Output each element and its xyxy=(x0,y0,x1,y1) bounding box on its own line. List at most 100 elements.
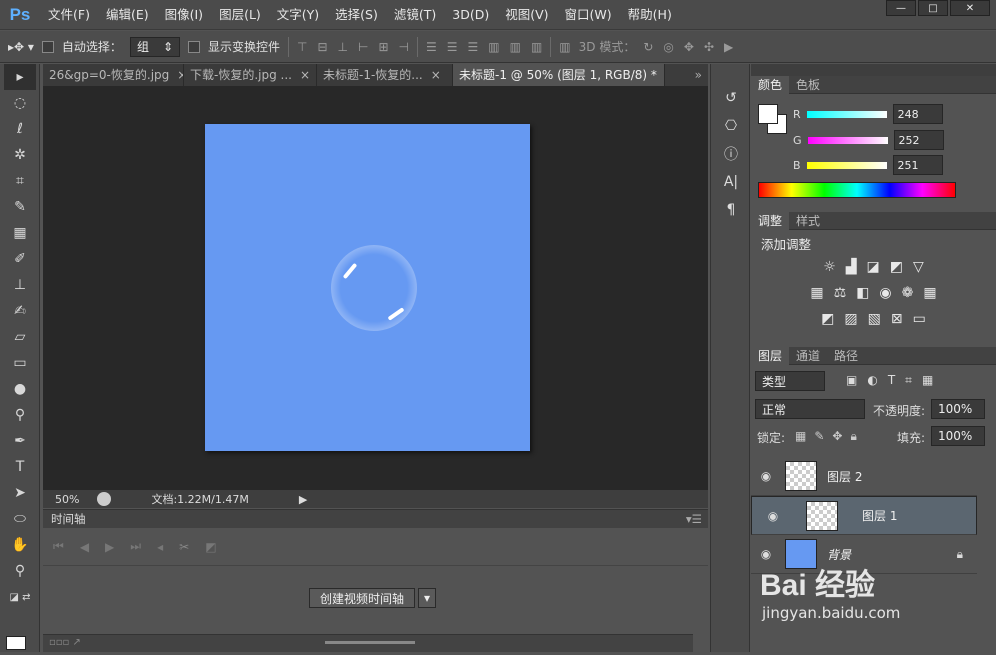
type-tool-icon[interactable]: T xyxy=(0,454,40,480)
distribute-right-icon[interactable]: ▥ xyxy=(531,40,542,54)
path-selection-icon[interactable]: ➤ xyxy=(0,480,40,506)
balance-icon[interactable]: ⚖ xyxy=(834,285,847,301)
g-value[interactable]: 252 xyxy=(894,130,944,150)
eye-icon[interactable]: ◉ xyxy=(758,509,788,523)
convert-frames-icon[interactable]: ▫▫▫ ↗ xyxy=(49,637,81,648)
zoom-slider[interactable] xyxy=(325,641,415,644)
align-bottom-icon[interactable]: ⊥ xyxy=(338,40,348,54)
minimize-button[interactable]: — xyxy=(886,0,916,16)
tab-close-icon[interactable]: × xyxy=(177,64,184,86)
next-frame-icon[interactable]: ⏭ xyxy=(130,539,141,554)
distribute-top-icon[interactable]: ☰ xyxy=(426,40,437,54)
rotate-3d-icon[interactable]: ↻ xyxy=(643,40,653,54)
eyedropper-icon[interactable]: ✎ xyxy=(0,194,40,220)
filter-shape-icon[interactable]: ⌗ xyxy=(905,373,912,388)
foreground-swatch[interactable] xyxy=(758,104,778,124)
scale-3d-icon[interactable]: ▶ xyxy=(724,40,733,54)
color-spectrum[interactable] xyxy=(758,182,956,198)
tab-color[interactable]: 颜色 xyxy=(751,76,789,94)
clone-stamp-icon[interactable]: ⊥ xyxy=(0,272,40,298)
filter-adjust-icon[interactable]: ◐ xyxy=(867,373,877,388)
tab-close-icon[interactable]: × xyxy=(300,64,310,86)
lock-paint-icon[interactable]: ✎ xyxy=(814,429,824,444)
zoom-tool-icon[interactable]: ⚲ xyxy=(0,558,40,584)
threshold-icon[interactable]: ▧ xyxy=(868,311,881,327)
vibrance-icon[interactable]: ▽ xyxy=(913,259,924,275)
hue-icon[interactable]: ▦ xyxy=(810,285,823,301)
auto-select-dropdown[interactable]: 组⇕ xyxy=(130,37,180,57)
info-icon[interactable]: ⓘ xyxy=(711,140,751,168)
doc-tab[interactable]: 下载-恢复的.jpg ...× xyxy=(184,64,317,86)
healing-brush-icon[interactable]: ▦ xyxy=(0,220,40,246)
marquee-tool-icon[interactable]: ◌ xyxy=(0,90,40,116)
lasso-tool-icon[interactable]: ℓ xyxy=(0,116,40,142)
distribute-left-icon[interactable]: ▥ xyxy=(488,40,499,54)
exposure-icon[interactable]: ◩ xyxy=(890,259,903,275)
lock-all-icon[interactable]: 🔒︎ xyxy=(850,429,856,444)
layer-row-selected[interactable]: ◉图层 1 xyxy=(751,496,977,535)
r-value[interactable]: 248 xyxy=(893,104,943,124)
opacity-input[interactable]: 100% xyxy=(931,399,985,419)
menu-window[interactable]: 窗口(W) xyxy=(557,0,620,30)
selective-color-icon[interactable]: ⊠ xyxy=(891,311,903,327)
more-tabs-icon[interactable]: » xyxy=(665,64,708,86)
dodge-tool-icon[interactable]: ⚲ xyxy=(0,402,40,428)
status-icon[interactable] xyxy=(97,492,111,506)
3d-panel-icon[interactable]: ⎔ xyxy=(711,112,751,140)
maximize-button[interactable]: □ xyxy=(918,0,948,16)
curves-icon[interactable]: ◪ xyxy=(867,259,880,275)
eye-icon[interactable]: ◉ xyxy=(751,469,781,483)
tab-layers[interactable]: 图层 xyxy=(751,347,789,365)
levels-icon[interactable]: ▟ xyxy=(846,259,857,275)
distribute-middle-icon[interactable]: ☰ xyxy=(447,40,458,54)
lock-pixels-icon[interactable]: ▦ xyxy=(795,429,806,444)
tab-adjustments[interactable]: 调整 xyxy=(751,212,789,230)
channel-mixer-icon[interactable]: ❁ xyxy=(902,285,914,301)
create-video-timeline-button[interactable]: 创建视频时间轴 xyxy=(309,588,415,608)
history-icon[interactable]: ↺ xyxy=(711,84,751,112)
g-slider[interactable] xyxy=(808,137,888,144)
blend-mode-dropdown[interactable]: 正常 xyxy=(755,399,865,419)
menu-edit[interactable]: 编辑(E) xyxy=(98,0,157,30)
split-icon[interactable]: ✂ xyxy=(179,540,189,554)
menu-layer[interactable]: 图层(L) xyxy=(211,0,269,30)
filter-image-icon[interactable]: ▣ xyxy=(846,373,857,388)
b-value[interactable]: 251 xyxy=(893,155,943,175)
auto-align-icon[interactable]: ▥ xyxy=(559,40,570,54)
posterize-icon[interactable]: ▨ xyxy=(844,311,857,327)
slide-3d-icon[interactable]: ✣ xyxy=(704,40,714,54)
doc-tab-active[interactable]: 未标题-1 @ 50% (图层 1, RGB/8) *× xyxy=(453,64,665,86)
fill-input[interactable]: 100% xyxy=(931,426,985,446)
bw-icon[interactable]: ◧ xyxy=(856,285,869,301)
drag-3d-icon[interactable]: ✥ xyxy=(684,40,694,54)
layer-row[interactable]: ◉图层 2 xyxy=(751,457,977,496)
filter-type-icon[interactable]: T xyxy=(888,373,895,388)
canvas[interactable] xyxy=(205,124,530,451)
menu-view[interactable]: 视图(V) xyxy=(497,0,556,30)
character-icon[interactable]: A| xyxy=(711,168,751,196)
doc-tab[interactable]: 26&gp=0-恢复的.jpg× xyxy=(43,64,184,86)
transition-icon[interactable]: ◩ xyxy=(205,540,216,554)
play-icon[interactable]: ▶ xyxy=(105,540,114,554)
magic-wand-icon[interactable]: ✲ xyxy=(0,142,40,168)
align-top-icon[interactable]: ⊤ xyxy=(297,40,307,54)
distribute-bottom-icon[interactable]: ☰ xyxy=(468,40,479,54)
align-center-icon[interactable]: ⊞ xyxy=(378,40,388,54)
align-middle-icon[interactable]: ⊟ xyxy=(317,40,327,54)
menu-help[interactable]: 帮助(H) xyxy=(620,0,680,30)
brightness-icon[interactable]: ☼ xyxy=(823,259,836,275)
status-menu-arrow-icon[interactable]: ▶ xyxy=(299,493,307,506)
paragraph-icon[interactable]: ¶ xyxy=(711,196,751,224)
blur-tool-icon[interactable]: ● xyxy=(0,376,40,402)
first-frame-icon[interactable]: ⏮ xyxy=(53,539,64,554)
menu-select[interactable]: 选择(S) xyxy=(327,0,386,30)
foreground-color-swatch[interactable] xyxy=(6,636,26,650)
tab-swatches[interactable]: 色板 xyxy=(789,76,827,94)
hand-tool-icon[interactable]: ✋ xyxy=(0,532,40,558)
pen-tool-icon[interactable]: ✒ xyxy=(0,428,40,454)
eye-icon[interactable]: ◉ xyxy=(751,547,781,561)
move-tool-icon[interactable]: ▸✥ ▾ xyxy=(8,40,34,54)
zoom-level[interactable]: 50% xyxy=(55,493,79,506)
menu-type[interactable]: 文字(Y) xyxy=(269,0,327,30)
prev-frame-icon[interactable]: ◀ xyxy=(80,540,89,554)
